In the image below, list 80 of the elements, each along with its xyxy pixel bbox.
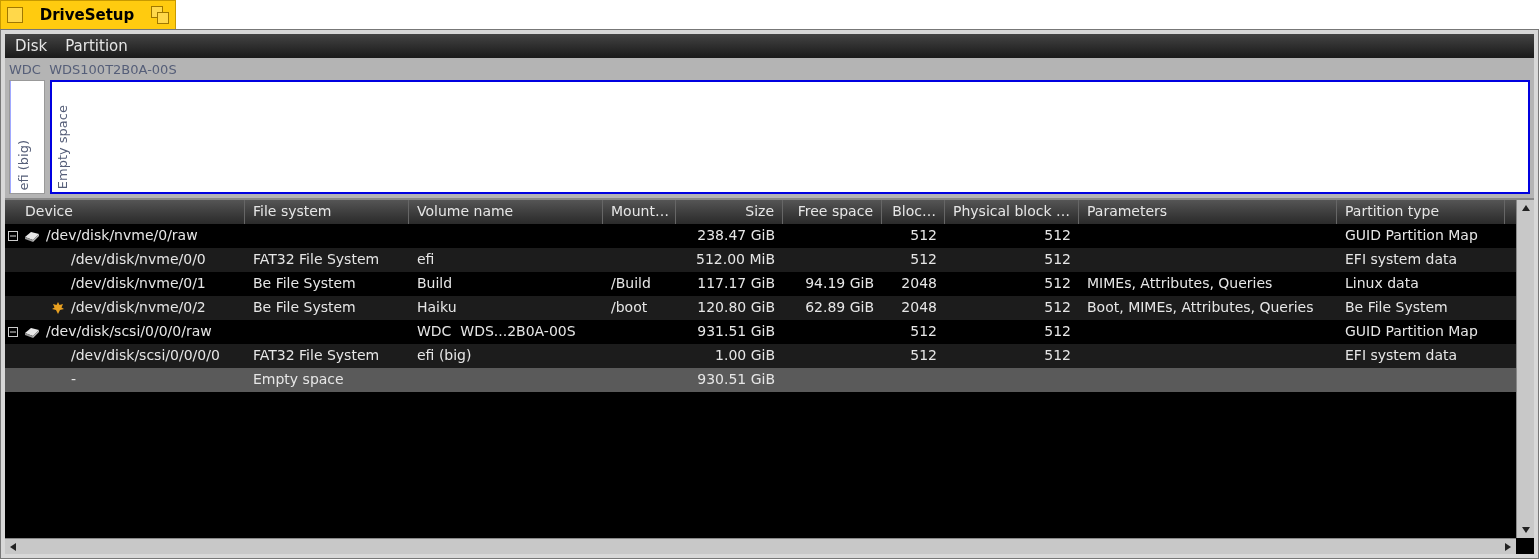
column-header[interactable]: Size xyxy=(676,199,783,224)
table-cell-text: /dev/disk/scsi/0/0/0/raw xyxy=(46,322,212,341)
table-cell-text: /dev/disk/nvme/0/0 xyxy=(71,250,206,269)
table-cell-text: /dev/disk/nvme/0/2 xyxy=(71,298,206,317)
table-cell-text: MIMEs, Attributes, Queries xyxy=(1087,274,1273,293)
table-cell-text: 512 xyxy=(910,250,937,269)
table-cell-text: 1.00 GiB xyxy=(715,346,775,365)
leaf-icon xyxy=(51,300,65,315)
disk-label: WDC WDS100T2B0A-00S xyxy=(9,61,178,79)
table-cell-text: Haiku xyxy=(417,298,457,317)
table-cell-text: /dev/disk/nvme/0/raw xyxy=(46,226,198,245)
column-header[interactable]: Parameters xyxy=(1079,199,1337,224)
table-row[interactable]: - Empty space 930.51 GiB xyxy=(5,367,1516,392)
table-cell-text: /dev/disk/nvme/0/1 xyxy=(71,274,206,293)
table-cell-text: FAT32 File System xyxy=(253,250,380,269)
table-cell-text: 512 xyxy=(1044,274,1071,293)
table-cell-text: Linux data xyxy=(1345,274,1419,293)
table-cell-text: /boot xyxy=(611,298,648,317)
menu-item[interactable]: Disk xyxy=(15,34,48,58)
table-cell-text: /Build xyxy=(611,274,651,293)
table-row[interactable]: /dev/disk/nvme/0/2 Be File System Haiku /boot 120.80 GiB 62.89 GiB 2048 512 Boot, MIMEs, Attributes, Queries Be File System xyxy=(5,295,1516,320)
table-cell-text: Be File System xyxy=(253,298,356,317)
table-cell-text: efi (big) xyxy=(417,346,472,365)
table-cell-text: 94.19 GiB xyxy=(805,274,874,293)
column-header[interactable]: Device xyxy=(5,199,245,224)
collapse-toggle[interactable] xyxy=(8,230,18,241)
partition-block[interactable]: efi (big) xyxy=(9,79,45,194)
table-cell-text: 512 xyxy=(1044,346,1071,365)
table-cell-text: 62.89 GiB xyxy=(805,298,874,317)
column-header[interactable]: Physical block … xyxy=(945,199,1079,224)
table-cell-text: 2048 xyxy=(901,298,937,317)
column-header[interactable]: Free space xyxy=(783,199,882,224)
table-cell-text: 512 xyxy=(910,322,937,341)
table-cell-text: Boot, MIMEs, Attributes, Queries xyxy=(1087,298,1314,317)
table-cell-text: EFI system data xyxy=(1345,250,1458,269)
table-cell-text: WDC WDS...2B0A-00S xyxy=(417,322,576,341)
table-cell-text: Be File System xyxy=(253,274,356,293)
vertical-scrollbar[interactable] xyxy=(1516,199,1534,538)
table-cell-text: 117.17 GiB xyxy=(697,274,775,293)
column-header[interactable]: File system xyxy=(245,199,409,224)
table-cell-text: EFI system data xyxy=(1345,346,1458,365)
table-cell-text: 512.00 MiB xyxy=(696,250,775,269)
table-cell-text: Be File System xyxy=(1345,298,1448,317)
table-cell-text: 930.51 GiB xyxy=(697,370,775,389)
partition-block[interactable]: Empty space xyxy=(50,79,1530,194)
partition-label: efi (big) xyxy=(15,139,32,191)
collapse-toggle[interactable] xyxy=(8,326,18,337)
table-cell-text: 512 xyxy=(910,346,937,365)
title-tab[interactable]: DriveSetup xyxy=(0,0,176,30)
table-cell-text: Empty space xyxy=(253,370,344,389)
table-cell-text: Build xyxy=(417,274,453,293)
table-cell-text: FAT32 File System xyxy=(253,346,380,365)
table-cell-text: 2048 xyxy=(901,274,937,293)
table-cell-text: 512 xyxy=(1044,226,1071,245)
table-cell-text: - xyxy=(71,370,77,389)
column-header[interactable]: Volume name xyxy=(409,199,603,224)
column-header[interactable]: Partition type xyxy=(1337,199,1505,224)
table-cell-text: /dev/disk/scsi/0/0/0/0 xyxy=(71,346,220,365)
minus-icon xyxy=(10,328,16,335)
table-cell-text: 931.51 GiB xyxy=(697,322,775,341)
partition-label: Empty space xyxy=(54,105,71,190)
window-title: DriveSetup xyxy=(38,4,136,26)
table-cell-text: efi xyxy=(417,250,435,269)
table-cell-text: 512 xyxy=(1044,250,1071,269)
horizontal-scrollbar[interactable] xyxy=(5,538,1516,554)
table-cell-text: 120.80 GiB xyxy=(697,298,775,317)
table-cell-text: 512 xyxy=(1044,298,1071,317)
column-header[interactable]: Bloc… xyxy=(882,199,945,224)
menu-item[interactable]: Partition xyxy=(65,34,128,58)
table-cell-text: 512 xyxy=(1044,322,1071,341)
minus-icon xyxy=(10,232,16,239)
table-cell-text: 512 xyxy=(910,226,937,245)
table-cell-text: 238.47 GiB xyxy=(697,226,775,245)
table-row[interactable]: /dev/disk/scsi/0/0/0/0 FAT32 File System efi (big) 1.00 GiB 512 512 EFI system data xyxy=(5,343,1516,368)
column-header[interactable]: Mount… xyxy=(603,199,676,224)
table-cell-text: GUID Partition Map xyxy=(1345,322,1478,341)
table-row[interactable]: /dev/disk/nvme/0/0 FAT32 File System efi 512.00 MiB 512 512 EFI system data xyxy=(5,247,1516,272)
table-cell-text: GUID Partition Map xyxy=(1345,226,1478,245)
zoom-button[interactable] xyxy=(151,6,169,24)
close-button[interactable] xyxy=(7,7,23,23)
